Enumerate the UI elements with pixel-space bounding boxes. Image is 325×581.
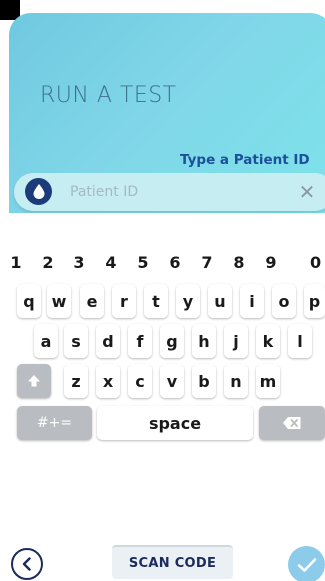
key-e[interactable]: e bbox=[80, 284, 104, 318]
space-key[interactable]: space bbox=[97, 406, 253, 440]
key-l[interactable]: l bbox=[288, 324, 312, 358]
confirm-button[interactable] bbox=[288, 546, 325, 581]
shift-up-icon bbox=[27, 374, 41, 388]
key-s[interactable]: s bbox=[64, 324, 88, 358]
key-i[interactable]: i bbox=[240, 284, 264, 318]
key-z[interactable]: z bbox=[64, 364, 88, 398]
key-c[interactable]: c bbox=[128, 364, 152, 398]
clear-icon[interactable]: ✕ bbox=[296, 180, 318, 204]
key-u[interactable]: u bbox=[208, 284, 232, 318]
delete-key[interactable] bbox=[259, 406, 325, 440]
key-1[interactable]: 1 bbox=[1, 245, 31, 279]
key-n[interactable]: n bbox=[224, 364, 248, 398]
key-w[interactable]: w bbox=[47, 284, 71, 318]
key-o[interactable]: o bbox=[272, 284, 296, 318]
footer-bar: SCAN CODE bbox=[0, 540, 325, 581]
key-d[interactable]: d bbox=[96, 324, 120, 358]
chevron-left-icon bbox=[21, 557, 33, 571]
key-4[interactable]: 4 bbox=[96, 245, 126, 279]
key-r[interactable]: r bbox=[112, 284, 136, 318]
patient-id-input[interactable] bbox=[70, 180, 290, 204]
key-x[interactable]: x bbox=[96, 364, 120, 398]
scan-code-button[interactable]: SCAN CODE bbox=[112, 545, 233, 579]
checkmark-icon bbox=[297, 557, 317, 573]
key-b[interactable]: b bbox=[192, 364, 216, 398]
backspace-icon bbox=[282, 416, 302, 430]
key-j[interactable]: j bbox=[224, 324, 248, 358]
key-y[interactable]: y bbox=[176, 284, 200, 318]
blood-drop-icon bbox=[25, 178, 52, 205]
back-button[interactable] bbox=[11, 548, 43, 580]
key-h[interactable]: h bbox=[192, 324, 216, 358]
key-g[interactable]: g bbox=[160, 324, 184, 358]
key-9[interactable]: 9 bbox=[256, 245, 286, 279]
patient-id-prompt: Type a Patient ID bbox=[180, 152, 310, 168]
patient-id-search-bar: ✕ bbox=[14, 173, 325, 211]
key-3[interactable]: 3 bbox=[64, 245, 94, 279]
key-7[interactable]: 7 bbox=[192, 245, 222, 279]
key-q[interactable]: q bbox=[17, 284, 41, 318]
key-m[interactable]: m bbox=[256, 364, 280, 398]
key-t[interactable]: t bbox=[144, 284, 168, 318]
key-f[interactable]: f bbox=[128, 324, 152, 358]
key-6[interactable]: 6 bbox=[160, 245, 190, 279]
symbols-key[interactable]: #+= bbox=[17, 406, 92, 440]
shift-key[interactable] bbox=[17, 364, 51, 398]
key-5[interactable]: 5 bbox=[128, 245, 158, 279]
key-8[interactable]: 8 bbox=[224, 245, 254, 279]
key-a[interactable]: a bbox=[34, 324, 58, 358]
page-title: RUN A TEST bbox=[40, 83, 177, 108]
key-k[interactable]: k bbox=[256, 324, 280, 358]
on-screen-keyboard: 1 2 3 4 5 6 7 8 9 0 q w e r t y u i o p … bbox=[0, 245, 325, 495]
key-p[interactable]: p bbox=[304, 284, 325, 318]
key-2[interactable]: 2 bbox=[33, 245, 63, 279]
key-v[interactable]: v bbox=[160, 364, 184, 398]
key-0[interactable]: 0 bbox=[304, 245, 325, 279]
app-screen: RUN A TEST Type a Patient ID ✕ 1 2 3 4 5… bbox=[0, 0, 325, 581]
